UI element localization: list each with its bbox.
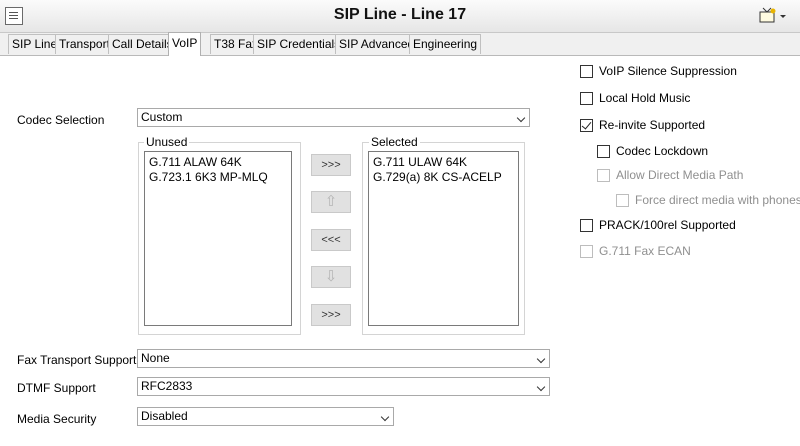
codec-selection-select[interactable]: Custom — [137, 108, 530, 127]
tab-engineering[interactable]: Engineering — [409, 34, 482, 54]
dtmf-support-label: DTMF Support — [17, 381, 96, 395]
tab-sip-credentials[interactable]: SIP Credentials — [253, 34, 345, 54]
arrow-down-icon: ⇩ — [324, 268, 338, 285]
fax-transport-value: None — [141, 351, 170, 365]
codec-selection-label: Codec Selection — [17, 113, 105, 127]
chevron-down-icon — [536, 382, 546, 392]
fax-transport-select[interactable]: None — [137, 349, 550, 368]
list-item[interactable]: G.729(a) 8K CS-ACELP — [373, 170, 514, 185]
codec-lockdown-label: Codec Lockdown — [616, 144, 709, 158]
dtmf-support-value: RFC2833 — [141, 379, 193, 393]
list-item[interactable]: G.711 ALAW 64K — [149, 155, 287, 170]
force-direct-media-label: Force direct media with phones — [635, 193, 800, 207]
selected-codecs-list[interactable]: G.711 ULAW 64K G.729(a) 8K CS-ACELP — [368, 151, 519, 326]
force-direct-media-checkbox[interactable] — [616, 194, 629, 207]
move-down-button[interactable]: ⇩ — [311, 266, 351, 288]
window-title: SIP Line - Line 17 — [333, 6, 467, 23]
tab-voip[interactable]: VoIP — [168, 32, 202, 56]
prack-option[interactable]: PRACK/100rel Supported — [580, 218, 790, 234]
arrow-up-icon: ⇧ — [324, 193, 338, 210]
prack-checkbox[interactable] — [580, 219, 593, 232]
selected-group-title: Selected — [369, 135, 420, 149]
tab-sip-line[interactable]: SIP Line — [8, 34, 62, 54]
direct-media-label: Allow Direct Media Path — [616, 168, 744, 182]
reinvite-supported-label: Re-invite Supported — [599, 118, 706, 132]
add-codec-button[interactable]: >>> — [311, 154, 351, 176]
tab-sip-advanced[interactable]: SIP Advanced — [335, 34, 419, 54]
toolbar-menu-button[interactable] — [758, 6, 788, 26]
reinvite-supported-option[interactable]: Re-invite Supported — [580, 118, 790, 134]
unused-group-title: Unused — [144, 135, 190, 149]
fax-transport-label: Fax Transport Support — [17, 353, 137, 367]
silence-suppression-checkbox[interactable] — [580, 65, 593, 78]
tab-transport[interactable]: Transport — [55, 34, 114, 54]
media-security-select[interactable]: Disabled — [137, 407, 394, 426]
tab-call-details[interactable]: Call Details — [108, 34, 177, 54]
direct-media-option[interactable]: Allow Direct Media Path — [597, 168, 787, 184]
fax-ecan-checkbox[interactable] — [580, 245, 593, 258]
silence-suppression-option[interactable]: VoIP Silence Suppression — [580, 64, 790, 80]
codec-lockdown-option[interactable]: Codec Lockdown — [597, 144, 787, 160]
chevron-down-icon — [516, 113, 526, 123]
remove-codec-button[interactable]: <<< — [311, 229, 351, 251]
fax-ecan-option[interactable]: G.711 Fax ECAN — [580, 244, 790, 260]
reinvite-supported-checkbox[interactable] — [580, 119, 593, 132]
media-security-value: Disabled — [141, 409, 188, 423]
media-security-label: Media Security — [17, 412, 97, 426]
chevron-down-icon — [380, 412, 390, 422]
codec-selection-value: Custom — [141, 110, 183, 124]
force-direct-media-option[interactable]: Force direct media with phones — [616, 193, 800, 209]
checkmark-icon — [581, 119, 592, 130]
local-hold-music-option[interactable]: Local Hold Music — [580, 91, 790, 107]
fax-ecan-label: G.711 Fax ECAN — [599, 244, 691, 258]
prack-label: PRACK/100rel Supported — [599, 218, 736, 232]
list-item[interactable]: G.723.1 6K3 MP-MLQ — [149, 170, 287, 185]
move-up-button[interactable]: ⇧ — [311, 191, 351, 213]
dtmf-support-select[interactable]: RFC2833 — [137, 377, 550, 396]
local-hold-music-label: Local Hold Music — [599, 91, 691, 105]
local-hold-music-checkbox[interactable] — [580, 92, 593, 105]
silence-suppression-label: VoIP Silence Suppression — [599, 64, 737, 78]
chevron-down-icon — [536, 354, 546, 364]
unused-codecs-list[interactable]: G.711 ALAW 64K G.723.1 6K3 MP-MLQ — [144, 151, 292, 326]
add-all-codecs-button[interactable]: >>> — [311, 304, 351, 326]
codec-lockdown-checkbox[interactable] — [597, 145, 610, 158]
tv-icon — [759, 7, 786, 23]
direct-media-checkbox[interactable] — [597, 169, 610, 182]
list-item[interactable]: G.711 ULAW 64K — [373, 155, 514, 170]
